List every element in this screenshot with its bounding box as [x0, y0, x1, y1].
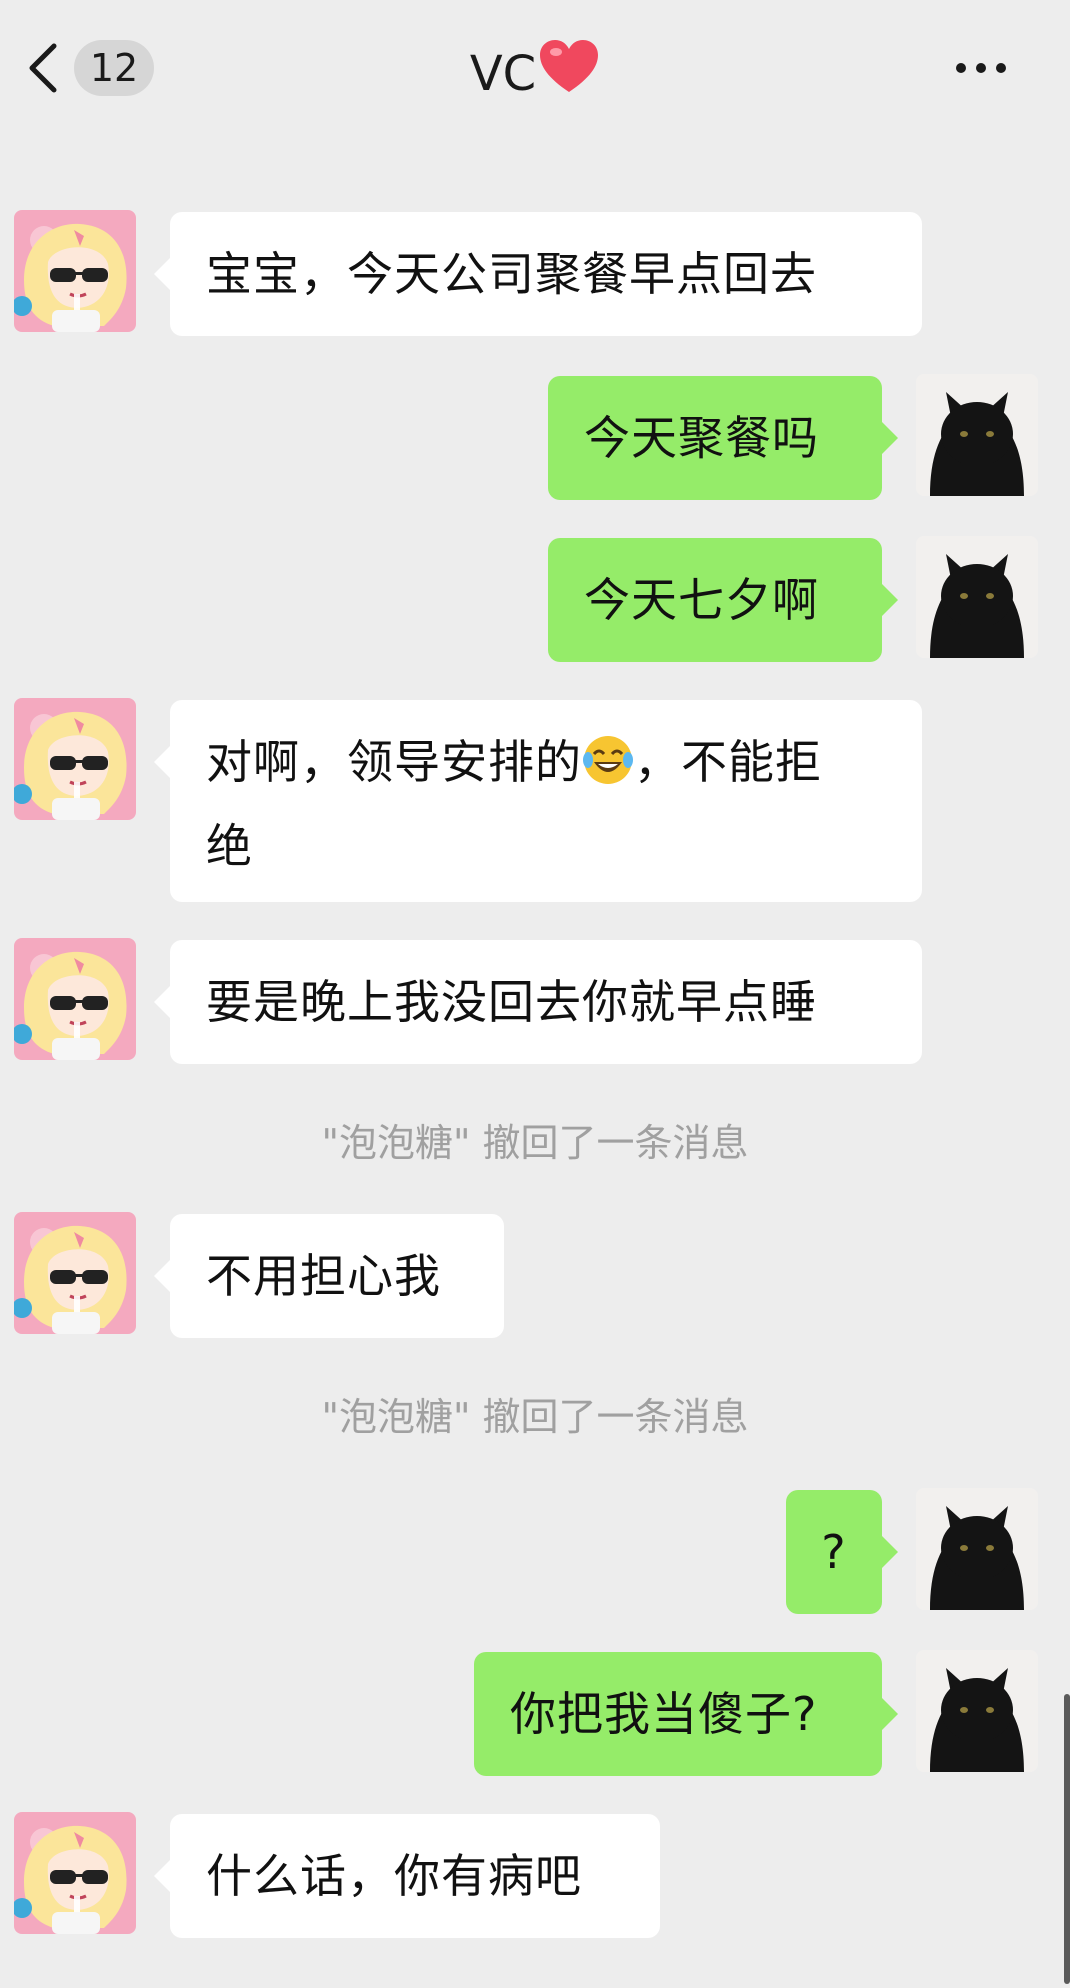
- message-text: 不用担心我: [206, 1249, 441, 1303]
- my-avatar[interactable]: [916, 536, 1038, 658]
- message-text: 宝宝，今天公司聚餐早点回去: [206, 247, 817, 301]
- bubble-tail: [882, 584, 898, 616]
- tears-of-joy-emoji: [582, 732, 634, 808]
- message-text: 要是晚上我没回去你就早点睡: [206, 975, 817, 1029]
- message-bubble[interactable]: 今天聚餐吗: [548, 376, 898, 500]
- scrollbar[interactable]: [1064, 1694, 1070, 1984]
- bubble-tail: [154, 258, 170, 290]
- my-avatar[interactable]: [916, 1650, 1038, 1772]
- message-bubble[interactable]: 你把我当傻子?: [474, 1652, 898, 1776]
- contact-avatar[interactable]: [14, 210, 136, 332]
- bubble-tail: [882, 422, 898, 454]
- message-bubble[interactable]: 要是晚上我没回去你就早点睡: [154, 940, 922, 1064]
- chat-title[interactable]: VC: [0, 38, 1070, 112]
- message-text: 对啊，领导安排的: [206, 735, 582, 789]
- message-bubble[interactable]: 对啊，领导安排的 ，不能拒 绝: [154, 700, 922, 902]
- message-text: ，不能拒: [634, 735, 822, 789]
- message-bubble[interactable]: ?: [786, 1490, 898, 1614]
- contact-avatar[interactable]: [14, 1212, 136, 1334]
- recall-notice: "泡泡糖" 撤回了一条消息: [321, 1121, 749, 1165]
- message-text: ?: [821, 1525, 847, 1579]
- contact-avatar[interactable]: [14, 938, 136, 1060]
- bubble-tail: [882, 1698, 898, 1730]
- bubble-tail: [882, 1536, 898, 1568]
- bubble-tail: [154, 1860, 170, 1892]
- message-line-1: 对啊，领导安排的 ，不能拒: [206, 724, 886, 808]
- contact-avatar[interactable]: [14, 1812, 136, 1934]
- message-bubble[interactable]: 今天七夕啊: [548, 538, 898, 662]
- message-line-2: 绝: [206, 819, 253, 873]
- recall-notice: "泡泡糖" 撤回了一条消息: [321, 1395, 749, 1439]
- dot: [996, 63, 1006, 73]
- chat-title-text: VC: [469, 46, 537, 102]
- message-bubble[interactable]: 宝宝，今天公司聚餐早点回去: [154, 212, 922, 336]
- bubble-tail: [154, 1260, 170, 1292]
- chat-header: 12 VC: [0, 0, 1070, 140]
- my-avatar[interactable]: [916, 374, 1038, 496]
- message-text: 你把我当傻子?: [510, 1687, 818, 1741]
- bubble-tail: [154, 746, 170, 778]
- message-text: 什么话，你有病吧: [206, 1849, 582, 1903]
- heart-icon: [538, 38, 600, 112]
- contact-avatar[interactable]: [14, 698, 136, 820]
- more-options-button[interactable]: [956, 58, 1016, 78]
- dot: [976, 63, 986, 73]
- my-avatar[interactable]: [916, 1488, 1038, 1610]
- message-text: 今天七夕啊: [584, 573, 819, 627]
- message-bubble[interactable]: 不用担心我: [154, 1214, 504, 1338]
- dot: [956, 63, 966, 73]
- bubble-tail: [154, 986, 170, 1018]
- message-bubble[interactable]: 什么话，你有病吧: [154, 1814, 660, 1938]
- message-text: 今天聚餐吗: [584, 411, 819, 465]
